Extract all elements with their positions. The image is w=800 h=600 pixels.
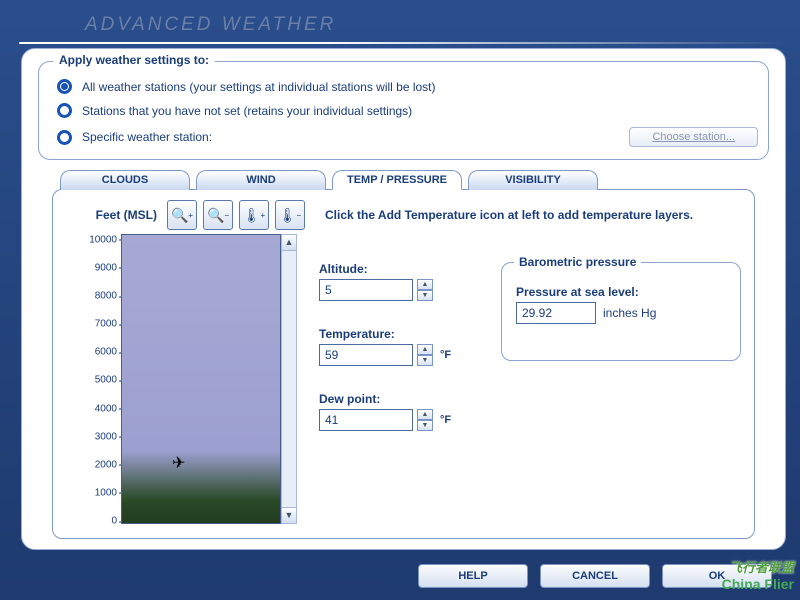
- tab-wind[interactable]: WIND: [196, 170, 326, 190]
- title-bar: ADVANCED WEATHER: [15, 8, 792, 42]
- temperature-label: Temperature:: [319, 327, 479, 341]
- dewpoint-input[interactable]: [319, 409, 413, 431]
- radio-icon: [57, 103, 72, 118]
- barometric-pressure-group: Barometric pressure Pressure at sea leve…: [501, 262, 741, 361]
- chevron-up-icon[interactable]: ▲: [417, 344, 433, 355]
- chevron-down-icon[interactable]: ▼: [417, 290, 433, 301]
- apply-settings-legend: Apply weather settings to:: [53, 53, 215, 67]
- y-tick: 2000: [95, 459, 117, 470]
- pressure-legend: Barometric pressure: [514, 255, 641, 269]
- dewpoint-label: Dew point:: [319, 392, 479, 406]
- dewpoint-unit: °F: [440, 414, 451, 426]
- y-tick: 9000: [95, 262, 117, 273]
- footer-buttons: HELP CANCEL OK: [15, 550, 792, 588]
- toolbar-row: Feet (MSL) 🔍+ 🔍− 🌡+ 🌡− Click the Add Tem…: [67, 200, 740, 230]
- y-tick: 7000: [95, 319, 117, 330]
- help-button[interactable]: HELP: [418, 564, 528, 588]
- y-tick: 5000: [95, 375, 117, 386]
- radio-all-stations[interactable]: All weather stations (your settings at i…: [57, 79, 758, 94]
- dewpoint-spinner[interactable]: ▲ ▼: [417, 409, 433, 431]
- chevron-up-icon[interactable]: ▲: [417, 279, 433, 290]
- radio-label: Specific weather station:: [82, 130, 212, 144]
- radio-unset-stations[interactable]: Stations that you have not set (retains …: [57, 103, 758, 118]
- radio-icon: [57, 130, 72, 145]
- altitude-input[interactable]: [319, 279, 413, 301]
- airplane-icon: ✈: [172, 453, 185, 473]
- radio-specific-station[interactable]: Specific weather station: Choose station…: [57, 127, 758, 147]
- y-axis: 10000 9000 8000 7000 6000 5000 4000 3000…: [67, 234, 121, 524]
- chart-scrollbar[interactable]: ▲ ▼: [281, 234, 297, 524]
- watermark-text-2: China Flier: [722, 576, 794, 592]
- temperature-input[interactable]: [319, 344, 413, 366]
- radio-label: All weather stations (your settings at i…: [82, 80, 436, 94]
- temperature-spinner[interactable]: ▲ ▼: [417, 344, 433, 366]
- choose-station-button[interactable]: Choose station...: [629, 127, 758, 147]
- chevron-down-icon[interactable]: ▼: [417, 355, 433, 366]
- y-tick: 10000: [89, 234, 117, 245]
- add-temperature-icon[interactable]: 🌡+: [239, 200, 269, 230]
- chevron-down-icon[interactable]: ▼: [417, 420, 433, 431]
- tabs-row: CLOUDS WIND TEMP / PRESSURE VISIBILITY: [60, 170, 755, 190]
- tab-temp-pressure[interactable]: TEMP / PRESSURE: [332, 170, 462, 190]
- pressure-input[interactable]: [516, 302, 596, 324]
- altitude-canvas[interactable]: ✈: [121, 234, 281, 524]
- tab-content: Feet (MSL) 🔍+ 🔍− 🌡+ 🌡− Click the Add Tem…: [52, 189, 755, 539]
- y-tick: 0: [111, 516, 117, 527]
- radio-label: Stations that you have not set (retains …: [82, 104, 412, 118]
- altitude-field-group: Altitude: ▲ ▼: [319, 262, 479, 301]
- cancel-button[interactable]: CANCEL: [540, 564, 650, 588]
- tab-clouds[interactable]: CLOUDS: [60, 170, 190, 190]
- y-tick: 1000: [95, 487, 117, 498]
- radio-icon: [57, 79, 72, 94]
- dewpoint-field-group: Dew point: ▲ ▼ °F: [319, 392, 479, 431]
- scroll-track[interactable]: [282, 251, 296, 507]
- zoom-out-icon[interactable]: 🔍−: [203, 200, 233, 230]
- tab-visibility[interactable]: VISIBILITY: [468, 170, 598, 190]
- remove-temperature-icon[interactable]: 🌡−: [275, 200, 305, 230]
- advanced-weather-window: ADVANCED WEATHER Apply weather settings …: [15, 8, 792, 590]
- scroll-up-icon[interactable]: ▲: [282, 235, 296, 251]
- hint-text: Click the Add Temperature icon at left t…: [325, 208, 693, 222]
- y-tick: 3000: [95, 431, 117, 442]
- apply-settings-group: Apply weather settings to: All weather s…: [38, 61, 769, 160]
- zoom-in-icon[interactable]: 🔍+: [167, 200, 197, 230]
- altitude-spinner[interactable]: ▲ ▼: [417, 279, 433, 301]
- title-divider: [19, 42, 788, 44]
- pressure-unit: inches Hg: [603, 306, 656, 320]
- pressure-label: Pressure at sea level:: [516, 285, 726, 299]
- main-panel: Apply weather settings to: All weather s…: [21, 48, 786, 550]
- window-title: ADVANCED WEATHER: [85, 14, 336, 36]
- altitude-chart: 10000 9000 8000 7000 6000 5000 4000 3000…: [67, 234, 297, 524]
- tab-body: 10000 9000 8000 7000 6000 5000 4000 3000…: [67, 234, 740, 524]
- altitude-label: Altitude:: [319, 262, 479, 276]
- temperature-field-group: Temperature: ▲ ▼ °F: [319, 327, 479, 366]
- chevron-up-icon[interactable]: ▲: [417, 409, 433, 420]
- inputs-block: Altitude: ▲ ▼ Temperature:: [319, 262, 479, 457]
- y-tick: 6000: [95, 347, 117, 358]
- scroll-down-icon[interactable]: ▼: [282, 507, 296, 523]
- y-tick: 4000: [95, 403, 117, 414]
- temperature-unit: °F: [440, 349, 451, 361]
- y-tick: 8000: [95, 291, 117, 302]
- feet-msl-label: Feet (MSL): [67, 208, 157, 222]
- form-column: Altitude: ▲ ▼ Temperature:: [305, 234, 745, 524]
- watermark-text: 飞行者联盟: [729, 557, 794, 576]
